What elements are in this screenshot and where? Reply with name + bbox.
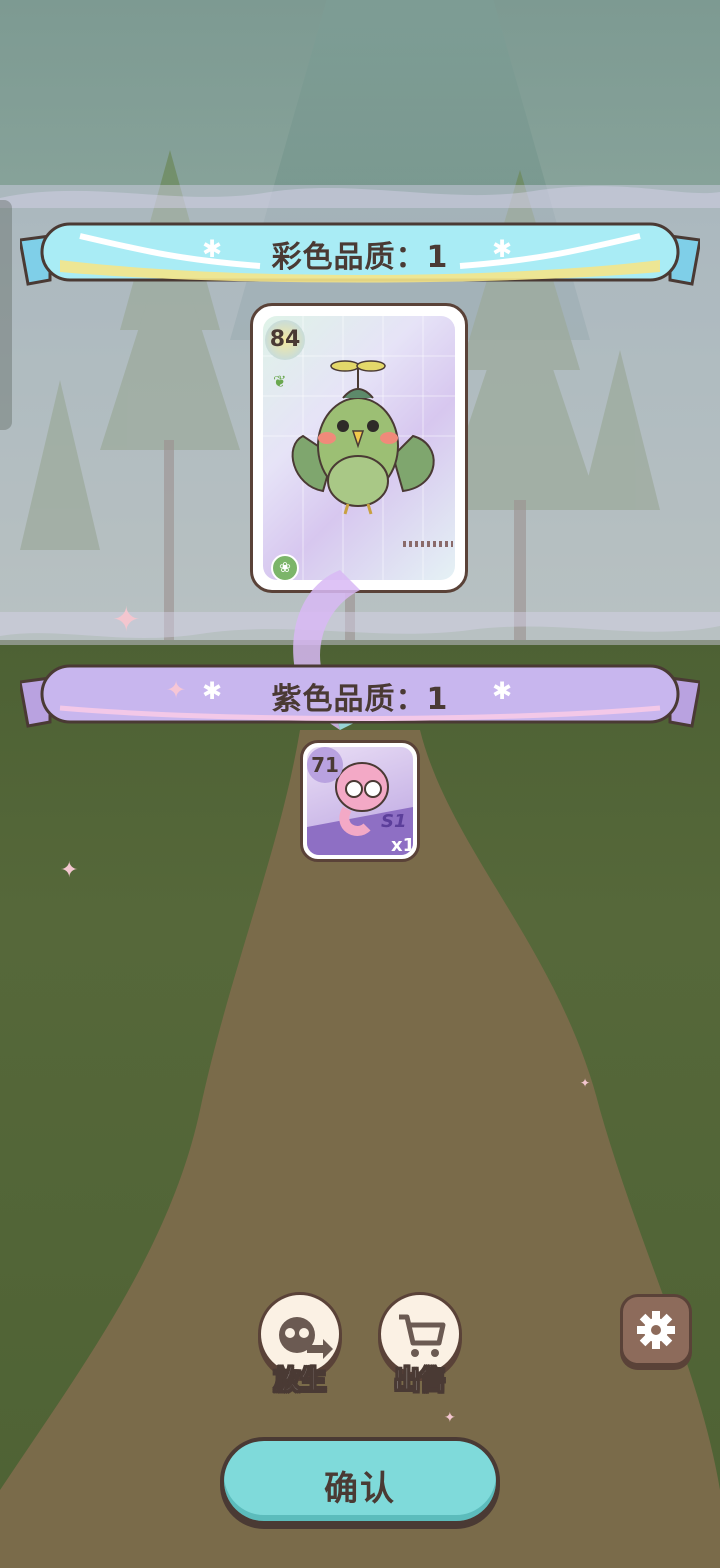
release-label[interactable]: 放生 — [250, 1360, 350, 1397]
star-sparkle-icon: ✦ — [112, 600, 141, 640]
sprout-icon: ❦ — [273, 372, 287, 391]
card-tag: S1 — [381, 811, 407, 832]
wave-edge-top — [0, 186, 720, 208]
star-sparkle-icon: ✦ — [580, 1076, 591, 1090]
card-level-badge: 84 — [265, 320, 305, 360]
rainbow-quality-banner: ✱ ✱ 彩色品质：1 — [18, 220, 702, 290]
card-face: 71 S1 x1 — [307, 747, 413, 855]
star-sparkle-icon: ✦ — [444, 1410, 456, 1426]
holo-card-face: 84 ❦ ❀ — [263, 316, 455, 580]
gear-icon — [637, 1311, 675, 1349]
confirm-button[interactable]: 确认 — [220, 1437, 500, 1525]
confirm-label: 确认 — [324, 1469, 396, 1509]
side-panel-tab[interactable] — [0, 200, 12, 430]
purple-quality-banner: ✦ ✱ ✱ 紫色品质：1 — [18, 662, 702, 732]
rainbow-quality-label: 彩色品质：1 — [271, 240, 449, 275]
purple-creature-card[interactable]: 71 S1 x1 — [300, 740, 420, 862]
star-sparkle-icon: ✦ — [60, 858, 79, 883]
card-level-badge: 71 — [307, 747, 343, 783]
purple-quality-label: 紫色品质：1 — [271, 682, 449, 717]
sell-label[interactable]: 出售 — [370, 1360, 470, 1397]
settings-button[interactable] — [620, 1294, 692, 1366]
card-count: x1 — [391, 835, 413, 855]
featured-creature-card[interactable]: 84 ❦ ❀ — [250, 303, 468, 593]
